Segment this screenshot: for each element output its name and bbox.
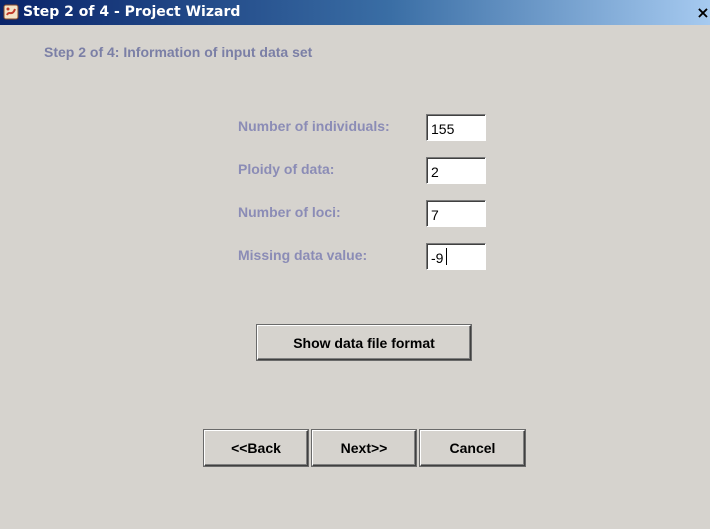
ploidy-label: Ploidy of data:: [238, 161, 335, 177]
close-icon[interactable]: ×: [696, 5, 710, 21]
back-button[interactable]: <<Back: [204, 430, 308, 466]
cancel-button[interactable]: Cancel: [420, 430, 525, 466]
missing-value-label: Missing data value:: [238, 247, 368, 263]
ploidy-input[interactable]: [426, 157, 486, 184]
title-bar: Step 2 of 4 - Project Wizard ×: [0, 0, 710, 25]
loci-input[interactable]: [426, 200, 486, 227]
loci-label: Number of loci:: [238, 204, 341, 220]
show-data-file-format-button[interactable]: Show data file format: [257, 325, 471, 360]
individuals-label: Number of individuals:: [238, 118, 390, 134]
java-app-icon: [3, 4, 19, 20]
next-button[interactable]: Next>>: [312, 430, 416, 466]
individuals-input[interactable]: [426, 114, 486, 141]
step-header: Step 2 of 4: Information of input data s…: [44, 44, 313, 60]
text-caret: [446, 248, 447, 265]
window-title: Step 2 of 4 - Project Wizard: [23, 4, 241, 20]
missing-value-input[interactable]: [426, 243, 486, 270]
